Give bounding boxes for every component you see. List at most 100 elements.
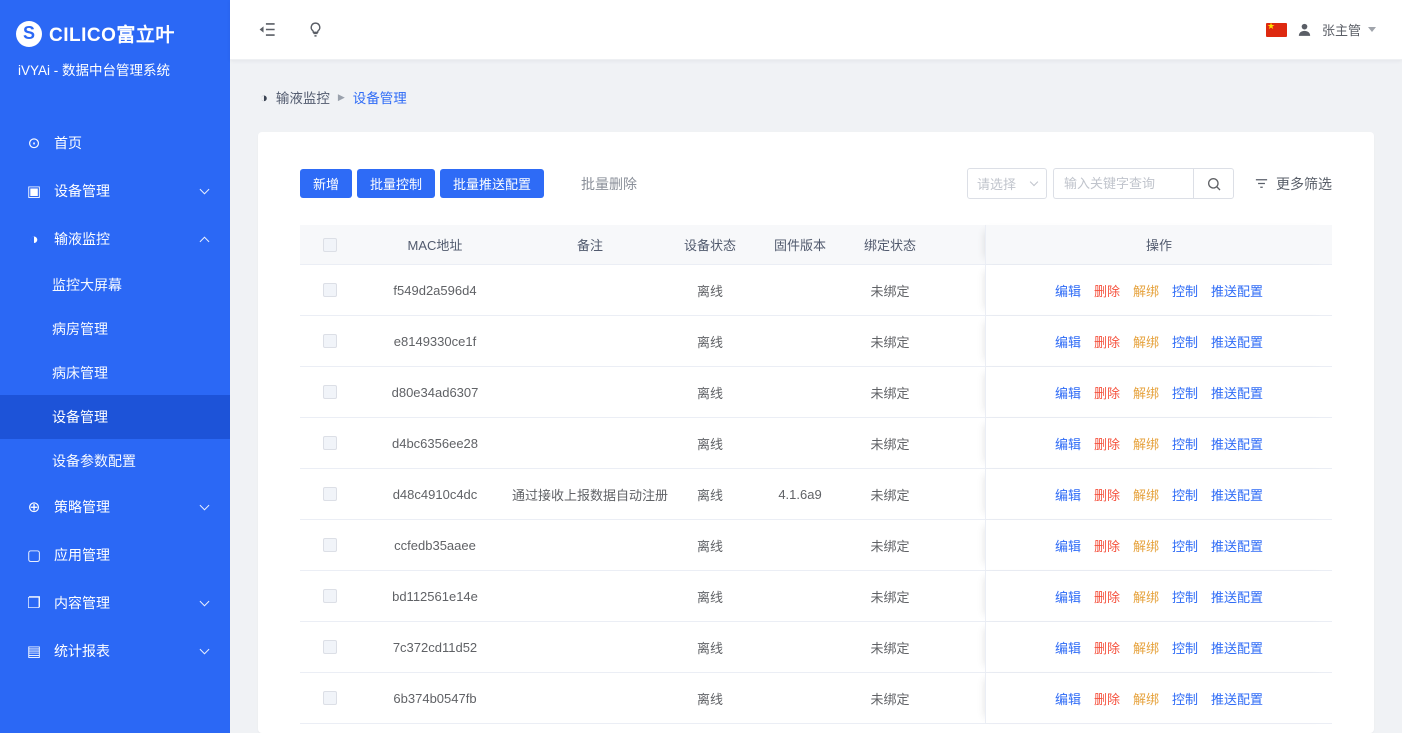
sidebar-subitem-monitor-big-screen[interactable]: 监控大屏幕 <box>0 263 230 307</box>
action-control[interactable]: 控制 <box>1172 689 1198 708</box>
search-button[interactable] <box>1193 168 1234 199</box>
row-checkbox[interactable] <box>323 640 337 654</box>
sidebar-subitem-device-management[interactable]: 设备管理 <box>0 395 230 439</box>
action-delete[interactable]: 删除 <box>1094 587 1120 606</box>
batch-delete-button[interactable]: 批量删除 <box>581 174 637 194</box>
action-push-config[interactable]: 推送配置 <box>1211 536 1263 555</box>
cell-remark <box>510 367 670 417</box>
collapse-sidebar-icon[interactable] <box>256 19 278 41</box>
sidebar-item-strategy-management[interactable]: ⊕策略管理 <box>0 483 230 531</box>
action-control[interactable]: 控制 <box>1172 434 1198 453</box>
lightbulb-icon[interactable] <box>304 19 326 41</box>
cell-status: 离线 <box>670 367 750 417</box>
action-unbind[interactable]: 解绑 <box>1133 434 1159 453</box>
sidebar-item-app-management[interactable]: ▢应用管理 <box>0 531 230 579</box>
filter-select[interactable]: 请选择 <box>967 168 1047 199</box>
action-push-config[interactable]: 推送配置 <box>1211 638 1263 657</box>
action-control[interactable]: 控制 <box>1172 383 1198 402</box>
cell-status: 离线 <box>670 418 750 468</box>
action-unbind[interactable]: 解绑 <box>1133 332 1159 351</box>
sidebar-item-stats-report[interactable]: ▤统计报表 <box>0 627 230 675</box>
chevron-down-icon <box>200 185 210 195</box>
table-body: f549d2a596d4离线未绑定编辑删除解绑控制推送配置e8149330ce1… <box>300 265 1332 724</box>
cell-bind: 未绑定 <box>850 418 930 468</box>
action-push-config[interactable]: 推送配置 <box>1211 281 1263 300</box>
action-edit[interactable]: 编辑 <box>1055 587 1081 606</box>
action-delete[interactable]: 删除 <box>1094 383 1120 402</box>
action-control[interactable]: 控制 <box>1172 587 1198 606</box>
action-delete[interactable]: 删除 <box>1094 536 1120 555</box>
sidebar-subitem-device-param-config[interactable]: 设备参数配置 <box>0 439 230 483</box>
search-input[interactable] <box>1053 168 1193 199</box>
cell-status: 离线 <box>670 571 750 621</box>
action-delete[interactable]: 删除 <box>1094 332 1120 351</box>
row-checkbox[interactable] <box>323 487 337 501</box>
table-row: d4bc6356ee28离线未绑定编辑删除解绑控制推送配置 <box>300 418 1332 469</box>
sidebar-subitem-ward-management[interactable]: 病房管理 <box>0 307 230 351</box>
action-edit[interactable]: 编辑 <box>1055 638 1081 657</box>
strategy-icon: ⊕ <box>24 498 44 516</box>
action-edit[interactable]: 编辑 <box>1055 536 1081 555</box>
action-unbind[interactable]: 解绑 <box>1133 638 1159 657</box>
sidebar-item-device-management[interactable]: ▣设备管理 <box>0 167 230 215</box>
action-control[interactable]: 控制 <box>1172 485 1198 504</box>
sidebar-item-label: 输液监控 <box>54 229 110 249</box>
action-edit[interactable]: 编辑 <box>1055 434 1081 453</box>
action-push-config[interactable]: 推送配置 <box>1211 434 1263 453</box>
batch-push-config-button[interactable]: 批量推送配置 <box>440 169 544 198</box>
action-control[interactable]: 控制 <box>1172 638 1198 657</box>
action-edit[interactable]: 编辑 <box>1055 383 1081 402</box>
sidebar-item-infusion-monitor[interactable]: ◑ 输液监控 <box>0 215 230 263</box>
action-unbind[interactable]: 解绑 <box>1133 536 1159 555</box>
more-filter-button[interactable]: 更多筛选 <box>1254 174 1332 194</box>
cell-remark <box>510 673 670 723</box>
action-edit[interactable]: 编辑 <box>1055 689 1081 708</box>
action-control[interactable]: 控制 <box>1172 332 1198 351</box>
action-edit[interactable]: 编辑 <box>1055 332 1081 351</box>
row-checkbox[interactable] <box>323 589 337 603</box>
batch-control-button[interactable]: 批量控制 <box>357 169 435 198</box>
row-checkbox[interactable] <box>323 334 337 348</box>
action-edit[interactable]: 编辑 <box>1055 281 1081 300</box>
action-unbind[interactable]: 解绑 <box>1133 689 1159 708</box>
infusion-icon: ◑ <box>24 231 44 248</box>
action-unbind[interactable]: 解绑 <box>1133 587 1159 606</box>
action-delete[interactable]: 删除 <box>1094 689 1120 708</box>
sidebar-item-label: 首页 <box>54 133 82 153</box>
cell-bind: 未绑定 <box>850 571 930 621</box>
action-control[interactable]: 控制 <box>1172 281 1198 300</box>
action-push-config[interactable]: 推送配置 <box>1211 485 1263 504</box>
action-unbind[interactable]: 解绑 <box>1133 281 1159 300</box>
action-unbind[interactable]: 解绑 <box>1133 485 1159 504</box>
language-flag-icon[interactable] <box>1266 23 1287 37</box>
action-unbind[interactable]: 解绑 <box>1133 383 1159 402</box>
action-push-config[interactable]: 推送配置 <box>1211 383 1263 402</box>
sidebar-subitem-bed-management[interactable]: 病床管理 <box>0 351 230 395</box>
user-menu[interactable]: 张主管 <box>1322 20 1376 39</box>
action-control[interactable]: 控制 <box>1172 536 1198 555</box>
add-button[interactable]: 新增 <box>300 169 352 198</box>
row-checkbox[interactable] <box>323 385 337 399</box>
table-row: bd112561e14e离线未绑定编辑删除解绑控制推送配置 <box>300 571 1332 622</box>
action-delete[interactable]: 删除 <box>1094 638 1120 657</box>
action-push-config[interactable]: 推送配置 <box>1211 689 1263 708</box>
breadcrumb-current: 设备管理 <box>353 87 407 107</box>
action-push-config[interactable]: 推送配置 <box>1211 332 1263 351</box>
sidebar-item-content-management[interactable]: ❐内容管理 <box>0 579 230 627</box>
sidebar-item-home[interactable]: ⊙首页 <box>0 119 230 167</box>
device-table-card: 新增 批量控制 批量推送配置 批量删除 请选择 <box>258 132 1374 733</box>
username-label: 张主管 <box>1322 20 1361 39</box>
select-all-checkbox[interactable] <box>323 238 337 252</box>
action-delete[interactable]: 删除 <box>1094 485 1120 504</box>
action-edit[interactable]: 编辑 <box>1055 485 1081 504</box>
action-push-config[interactable]: 推送配置 <box>1211 587 1263 606</box>
row-checkbox[interactable] <box>323 691 337 705</box>
row-checkbox[interactable] <box>323 283 337 297</box>
action-delete[interactable]: 删除 <box>1094 434 1120 453</box>
breadcrumb-section[interactable]: 输液监控 <box>276 87 330 107</box>
chevron-down-icon <box>200 501 210 511</box>
table-row: 7c372cd11d52离线未绑定编辑删除解绑控制推送配置 <box>300 622 1332 673</box>
action-delete[interactable]: 删除 <box>1094 281 1120 300</box>
row-checkbox[interactable] <box>323 538 337 552</box>
row-checkbox[interactable] <box>323 436 337 450</box>
